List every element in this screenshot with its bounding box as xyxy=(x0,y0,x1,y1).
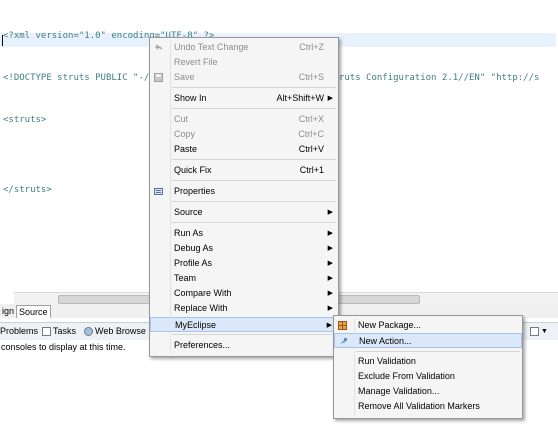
menu-separator xyxy=(172,159,336,160)
menu-item-label: Run As xyxy=(174,228,204,238)
tab-source[interactable]: Source xyxy=(16,305,51,318)
tab-web-browser-label: Web Browse xyxy=(95,326,146,336)
text-caret xyxy=(2,35,3,46)
menu-item-label: New Package... xyxy=(358,320,422,330)
globe-icon xyxy=(84,327,93,336)
submenu-item-new-action[interactable]: New Action... xyxy=(334,333,522,348)
menu-item-label: Copy xyxy=(174,129,196,139)
tab-tasks[interactable]: Tasks xyxy=(42,326,76,337)
menu-item-label: Manage Validation... xyxy=(358,386,440,396)
menu-item-label: Preferences... xyxy=(174,340,231,350)
menu-item-label: Team xyxy=(174,273,197,283)
menu-item-accelerator: Alt+Shift+W xyxy=(276,93,324,103)
menu-item-label: Debug As xyxy=(174,243,214,253)
menu-item-label: New Action... xyxy=(359,336,412,346)
menu-item-label: Show In xyxy=(174,93,207,103)
menu-item-source[interactable]: Source ▶ xyxy=(150,205,338,220)
menu-item-quick-fix[interactable]: Quick Fix Ctrl+1 xyxy=(150,163,338,178)
tab-tasks-label: Tasks xyxy=(53,326,77,336)
menu-item-paste[interactable]: Paste Ctrl+V xyxy=(150,142,338,157)
menu-item-label: Profile As xyxy=(174,258,213,268)
myeclipse-submenu: New Package... New Action... Run Validat… xyxy=(333,315,523,419)
menu-item-label: Remove All Validation Markers xyxy=(358,401,480,411)
menu-item-accelerator: Ctrl+C xyxy=(298,129,324,139)
submenu-item-remove-validation-markers[interactable]: Remove All Validation Markers xyxy=(334,399,522,414)
submenu-arrow-icon: ▶ xyxy=(327,275,333,282)
menu-separator xyxy=(172,108,336,109)
menu-item-label: Cut xyxy=(174,114,189,124)
submenu-item-new-package[interactable]: New Package... xyxy=(334,318,522,333)
tab-design[interactable]: ign xyxy=(0,305,16,317)
tasks-icon xyxy=(42,327,51,336)
submenu-arrow-icon: ▶ xyxy=(327,245,333,252)
menu-item-team[interactable]: Team ▶ xyxy=(150,271,338,286)
menu-item-compare-with[interactable]: Compare With ▶ xyxy=(150,286,338,301)
menu-separator xyxy=(172,334,336,335)
submenu-item-exclude-from-validation[interactable]: Exclude From Validation xyxy=(334,369,522,384)
submenu-arrow-icon: ▶ xyxy=(327,95,333,102)
menu-item-properties[interactable]: Properties xyxy=(150,184,338,199)
menu-item-replace-with[interactable]: Replace With ▶ xyxy=(150,301,338,316)
submenu-arrow-icon: ▶ xyxy=(327,209,333,216)
undo-icon xyxy=(155,44,162,50)
menu-separator xyxy=(356,351,520,352)
chevron-down-icon[interactable]: ▼ xyxy=(541,326,548,337)
menu-item-copy[interactable]: Copy Ctrl+C xyxy=(150,127,338,142)
submenu-arrow-icon: ▶ xyxy=(326,322,332,329)
menu-item-accelerator: Ctrl+1 xyxy=(299,165,324,175)
tab-web-browser[interactable]: Web Browse xyxy=(84,326,146,337)
menu-item-run-as[interactable]: Run As ▶ xyxy=(150,226,338,241)
context-menu: Undo Text Change Ctrl+Z Revert File Save… xyxy=(149,37,339,357)
menu-item-revert-file[interactable]: Revert File xyxy=(150,55,338,70)
menu-item-show-in[interactable]: Show In Alt+Shift+W ▶ xyxy=(150,91,338,106)
menu-item-myeclipse[interactable]: MyEclipse ▶ xyxy=(150,317,338,332)
submenu-item-run-validation[interactable]: Run Validation xyxy=(334,354,522,369)
tab-problems-label: Problems xyxy=(0,326,39,336)
properties-icon xyxy=(154,188,163,195)
menu-separator xyxy=(172,222,336,223)
open-console-icon[interactable] xyxy=(530,327,539,336)
menu-item-label: Source xyxy=(174,207,203,217)
menu-item-debug-as[interactable]: Debug As ▶ xyxy=(150,241,338,256)
menu-item-label: Exclude From Validation xyxy=(358,371,455,381)
submenu-item-manage-validation[interactable]: Manage Validation... xyxy=(334,384,522,399)
action-icon xyxy=(340,337,348,344)
menu-item-profile-as[interactable]: Profile As ▶ xyxy=(150,256,338,271)
menu-item-label: Undo Text Change xyxy=(174,42,249,52)
menu-item-label: Paste xyxy=(174,144,198,154)
menu-item-preferences[interactable]: Preferences... xyxy=(150,338,338,353)
menu-item-label: Compare With xyxy=(174,288,232,298)
tab-problems[interactable]: Problems xyxy=(0,326,38,337)
menu-item-accelerator: Ctrl+V xyxy=(298,144,324,154)
menu-item-save[interactable]: Save Ctrl+S xyxy=(150,70,338,85)
view-toolbar-buttons[interactable]: ▼ xyxy=(530,326,548,337)
menu-item-label: Revert File xyxy=(174,57,218,67)
console-message: consoles to display at this time. xyxy=(1,342,126,352)
menu-item-label: Quick Fix xyxy=(174,165,212,175)
submenu-arrow-icon: ▶ xyxy=(327,260,333,267)
menu-item-undo[interactable]: Undo Text Change Ctrl+Z xyxy=(150,40,338,55)
menu-item-label: MyEclipse xyxy=(175,320,217,330)
menu-item-label: Save xyxy=(174,72,195,82)
menu-separator xyxy=(172,201,336,202)
menu-item-accelerator: Ctrl+S xyxy=(298,72,324,82)
submenu-arrow-icon: ▶ xyxy=(327,230,333,237)
submenu-arrow-icon: ▶ xyxy=(327,305,333,312)
submenu-arrow-icon: ▶ xyxy=(327,290,333,297)
menu-separator xyxy=(172,87,336,88)
save-icon xyxy=(154,73,163,82)
menu-separator xyxy=(172,180,336,181)
menu-item-label: Replace With xyxy=(174,303,228,313)
menu-item-label: Properties xyxy=(174,186,216,196)
menu-item-accelerator: Ctrl+Z xyxy=(299,42,324,52)
menu-item-accelerator: Ctrl+X xyxy=(298,114,324,124)
package-icon xyxy=(338,321,347,330)
menu-item-label: Run Validation xyxy=(358,356,416,366)
menu-item-cut[interactable]: Cut Ctrl+X xyxy=(150,112,338,127)
